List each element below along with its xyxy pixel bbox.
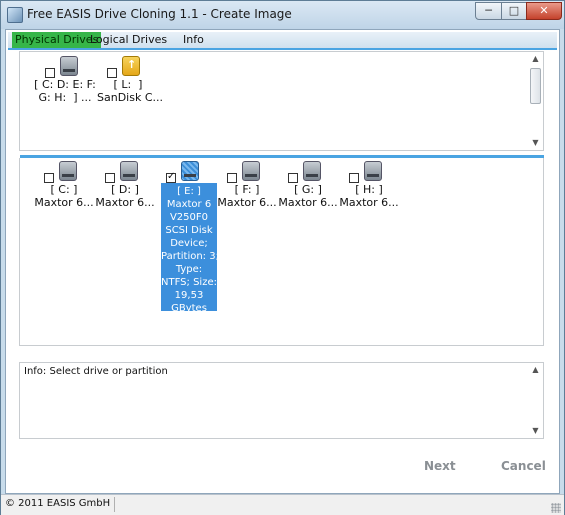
title-bar[interactable]: Free EASIS Drive Cloning 1.1 - Create Im… (1, 1, 564, 29)
physical-drives-panel: [ C: D: E: F: G: H: ] ... [ L: ] SanDisk… (19, 51, 544, 151)
physical-scrollbar[interactable]: ▲ ▼ (530, 54, 541, 148)
hard-disk-icon (181, 161, 199, 181)
hard-disk-icon (303, 161, 321, 181)
drive-checkbox[interactable] (349, 173, 359, 183)
scroll-up-arrow-icon[interactable]: ▲ (530, 365, 541, 375)
client-area: Physical Drives Logical Drives Info [ C:… (5, 29, 560, 494)
tab-logical-drives[interactable]: Logical Drives (90, 32, 167, 48)
drive-label: [ D: ] Maxtor 6... (95, 183, 155, 209)
drive-checkbox-checked[interactable] (166, 171, 176, 183)
app-window: Free EASIS Drive Cloning 1.1 - Create Im… (0, 0, 565, 515)
tab-info[interactable]: Info (183, 32, 204, 48)
info-panel: Info: Select drive or partition ▲ ▼ (19, 362, 544, 439)
app-icon (7, 7, 23, 23)
close-button[interactable]: ✕ (526, 2, 562, 20)
scroll-down-arrow-icon[interactable]: ▼ (530, 426, 541, 436)
hard-disk-icon (364, 161, 382, 181)
hard-disk-icon (120, 161, 138, 181)
scroll-up-arrow-icon[interactable]: ▲ (530, 54, 541, 64)
status-bar: © 2011 EASIS GmbH (1, 494, 564, 515)
drive-checkbox[interactable] (44, 173, 54, 183)
drive-label: [ H: ] Maxtor 6... (339, 183, 399, 209)
info-scrollbar[interactable]: ▲ ▼ (530, 365, 541, 436)
hard-disk-icon (60, 56, 78, 76)
next-button[interactable]: Next (424, 458, 456, 474)
usb-drive-icon (122, 56, 140, 76)
window-title: Free EASIS Drive Cloning 1.1 - Create Im… (27, 7, 292, 21)
maximize-button[interactable]: □ (501, 2, 527, 20)
drive-checkbox[interactable] (107, 68, 117, 78)
drive-label: [ C: D: E: F: G: H: ] ... (34, 78, 96, 104)
resize-grip-icon[interactable] (551, 503, 561, 513)
hard-disk-icon (59, 161, 77, 181)
drive-checkbox[interactable] (45, 68, 55, 78)
drive-label: [ F: ] Maxtor 6... (217, 183, 277, 209)
status-separator (114, 497, 115, 512)
drive-checkbox[interactable] (288, 173, 298, 183)
copyright-text: © 2011 EASIS GmbH (5, 498, 111, 509)
minimize-button[interactable]: ─ (475, 2, 502, 20)
selected-drive-label: [ E: ] Maxtor 6 V250F0 SCSI Disk Device;… (161, 186, 219, 314)
cancel-button[interactable]: Cancel (501, 458, 546, 474)
scroll-down-arrow-icon[interactable]: ▼ (530, 138, 541, 148)
drive-checkbox[interactable] (227, 173, 237, 183)
drive-label: [ G: ] Maxtor 6... (278, 183, 338, 209)
hard-disk-icon (242, 161, 260, 181)
drive-label: [ C: ] Maxtor 6... (34, 183, 94, 209)
tab-bar: Physical Drives Logical Drives Info (8, 32, 557, 50)
drive-label: [ L: ] SanDisk C... (97, 78, 163, 104)
drive-checkbox[interactable] (105, 173, 115, 183)
logical-drives-panel: [ C: ] Maxtor 6... [ D: ] Maxtor 6... [ … (19, 158, 544, 346)
tab-physical-drives[interactable]: Physical Drives (12, 32, 102, 48)
info-text: Info: Select drive or partition (24, 366, 168, 377)
scroll-thumb[interactable] (530, 68, 541, 104)
